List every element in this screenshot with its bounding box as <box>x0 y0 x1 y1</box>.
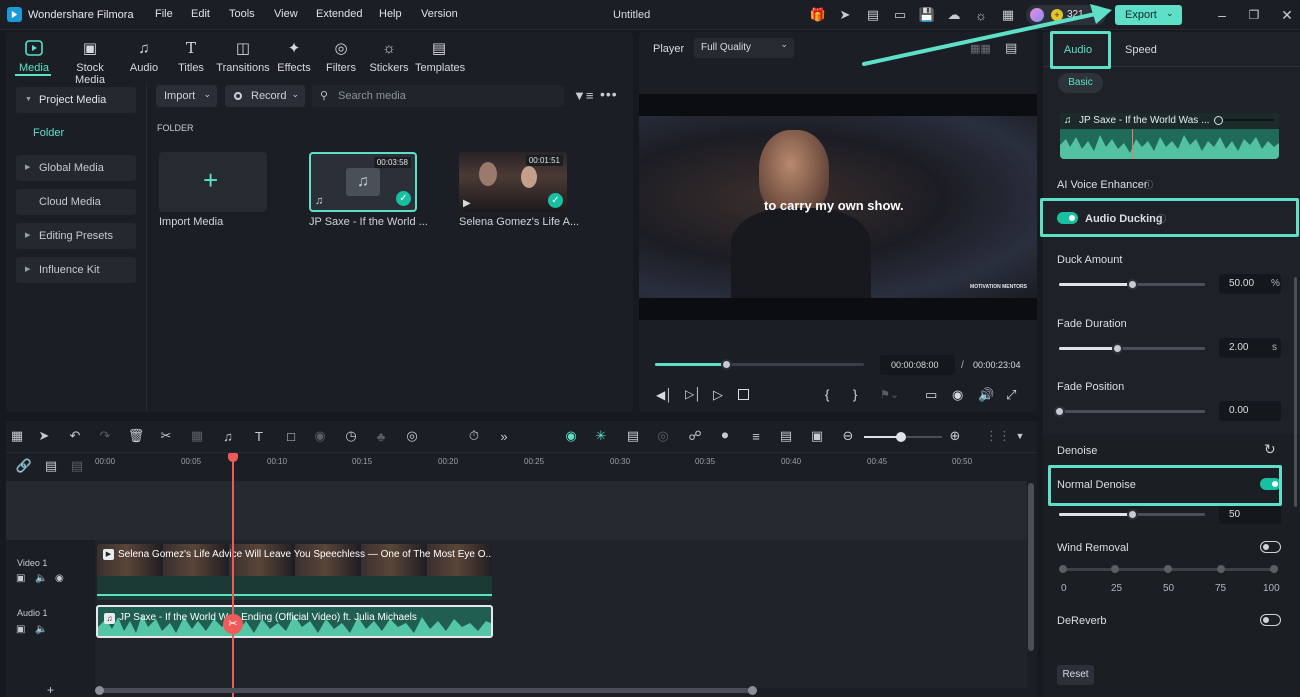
arrow-to-export-annotation <box>862 4 1112 66</box>
